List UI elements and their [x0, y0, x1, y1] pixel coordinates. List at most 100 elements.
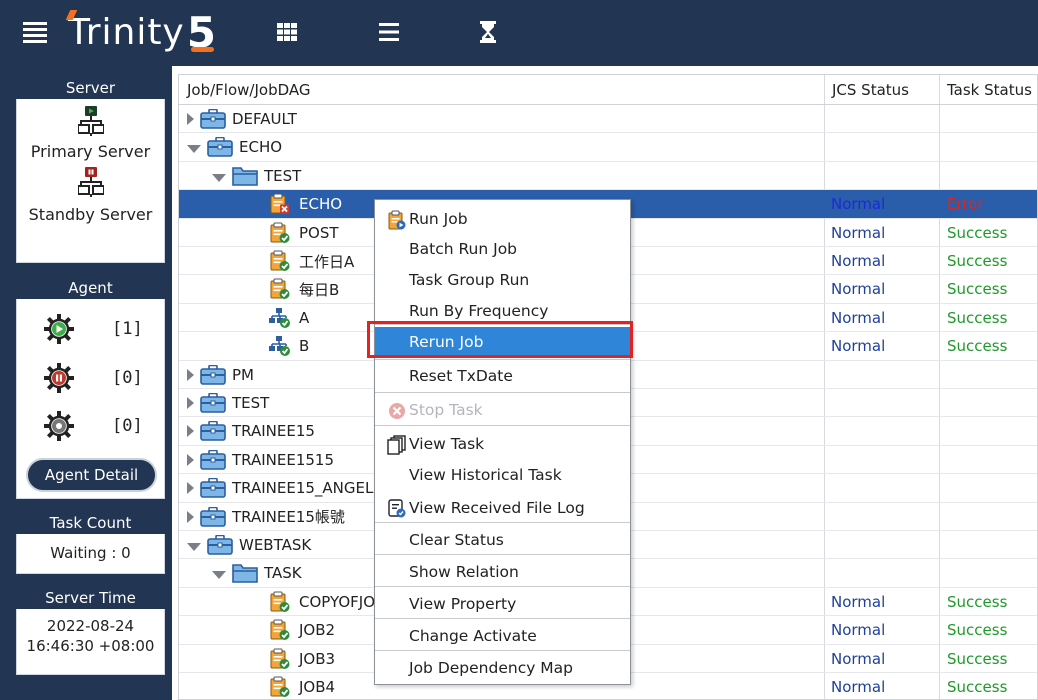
cell-task-status — [945, 446, 947, 474]
cell-jcs-status: Normal — [831, 280, 886, 299]
menu-item-view-task[interactable]: View Task — [375, 429, 630, 459]
cell-name: POST — [267, 219, 339, 247]
cell-name: TASK — [212, 559, 302, 587]
menu-item-change-activate[interactable]: Change Activate — [375, 621, 630, 651]
cell-jcs-status: Normal — [831, 195, 886, 214]
row-label: 每日B — [299, 280, 340, 299]
cell-task-status — [945, 133, 947, 161]
cell-jcs-status: Normal — [831, 252, 886, 270]
menu-item-stop-task[interactable]: Stop Task — [375, 395, 630, 425]
cell-jcs-status — [829, 417, 831, 445]
server-panel-title: Server — [16, 77, 165, 99]
row-label: JOB4 — [299, 678, 336, 696]
collapse-arrow-icon[interactable] — [187, 145, 201, 154]
row-label: ECHO — [299, 195, 343, 214]
menu-item-job-dependency-map[interactable]: Job Dependency Map — [375, 653, 630, 683]
column-header-name[interactable]: Job/Flow/JobDAG — [179, 75, 311, 105]
agent-idle-row[interactable]: [0] — [16, 408, 165, 444]
table-row[interactable]: TEST — [179, 162, 1037, 191]
menu-item-show-relation[interactable]: Show Relation — [375, 557, 630, 587]
job-dag-icon — [267, 335, 293, 357]
cell-task-status — [945, 474, 947, 502]
menu-item-view-property[interactable]: View Property — [375, 589, 630, 619]
cell-name: 每日B — [267, 275, 339, 303]
menu-item-task-group-run[interactable]: Task Group Run — [375, 265, 630, 295]
row-label: TRAINEE15帳號 — [232, 508, 345, 527]
expand-arrow-icon[interactable] — [187, 453, 194, 466]
cell-task-status: Success — [947, 621, 1008, 640]
primary-server[interactable]: Primary Server — [16, 106, 165, 161]
job-dag-icon — [267, 307, 293, 329]
cell-task-status: Success — [947, 308, 1008, 327]
cell-task-status — [945, 162, 947, 190]
menu-item-view-historical-task[interactable]: View Historical Task — [375, 460, 630, 490]
expand-arrow-icon[interactable] — [187, 368, 194, 381]
cell-task-status: Success — [947, 337, 1008, 356]
table-row[interactable]: DEFAULT — [179, 105, 1037, 134]
stop-task-icon — [386, 400, 408, 422]
table-row[interactable]: ECHO — [179, 133, 1037, 162]
logo-number: 5 — [187, 6, 216, 60]
cell-jcs-status: Normal — [831, 337, 886, 356]
task-count-title: Task Count — [16, 512, 165, 534]
agent-detail-button[interactable]: Agent Detail — [26, 458, 157, 492]
cell-jcs-status: Normal — [831, 592, 886, 611]
grid-icon[interactable] — [272, 17, 302, 47]
cell-name: TRAINEE15_ANGELIN — [187, 474, 389, 502]
task-waiting-count: Waiting : 0 — [50, 544, 131, 562]
agent-stopped-row[interactable]: [0] — [16, 360, 165, 396]
grid-header: Job/Flow/JobDAG JCS Status Task Status — [179, 75, 1037, 105]
folder-icon — [232, 165, 258, 187]
cell-name: JOB3 — [267, 645, 335, 673]
column-header-task-status[interactable]: Task Status — [939, 75, 1032, 105]
task-count-panel: Task Count Waiting : 0 — [14, 510, 167, 576]
menu-item-run-by-frequency[interactable]: Run By Frequency — [375, 296, 630, 326]
server-time-panel: Server Time 2022-08-24 16:46:30 +08:00 — [14, 585, 167, 677]
agent-running-row[interactable]: [1] — [16, 311, 165, 347]
menu-item-batch-run-job[interactable]: Batch Run Job — [375, 234, 630, 264]
cell-task-status — [945, 503, 947, 531]
standby-server[interactable]: Standby Server — [16, 167, 165, 224]
cell-task-status: Success — [947, 223, 1008, 242]
menu-item-rerun-job[interactable]: Rerun Job — [375, 327, 630, 357]
agent-panel-title: Agent — [16, 277, 165, 299]
briefcase-icon — [200, 392, 226, 414]
cell-jcs-status — [829, 162, 831, 190]
cell-task-status — [945, 105, 947, 133]
cell-name: DEFAULT — [187, 105, 297, 133]
job-success-icon — [267, 278, 293, 300]
collapse-arrow-icon[interactable] — [212, 571, 226, 580]
agent-running-count: [1] — [112, 319, 143, 339]
expand-arrow-icon[interactable] — [187, 397, 194, 409]
job-success-icon — [267, 619, 293, 641]
row-label: WEBTASK — [239, 536, 312, 554]
briefcase-icon — [200, 108, 226, 130]
menu-item-run-job[interactable]: Run Job — [375, 204, 630, 234]
expand-arrow-icon[interactable] — [187, 113, 194, 125]
briefcase-icon — [207, 136, 233, 158]
trinity-logo: Trinity 5 — [65, 6, 216, 60]
menu-item-clear-status[interactable]: Clear Status — [375, 525, 630, 555]
cell-task-status — [945, 531, 947, 559]
collapse-arrow-icon[interactable] — [187, 543, 201, 551]
context-menu: Run Job Batch Run Job Task Group Run Run… — [374, 199, 631, 685]
expand-arrow-icon[interactable] — [187, 510, 194, 523]
server-date: 2022-08-24 — [46, 617, 135, 635]
cell-task-status: Success — [947, 280, 1008, 299]
menu-item-reset-txdate[interactable]: Reset TxDate — [375, 361, 630, 391]
expand-arrow-icon[interactable] — [187, 482, 194, 495]
agent-stopped-gear-icon — [44, 363, 74, 393]
cell-name: ECHO — [187, 133, 282, 161]
briefcase-icon — [200, 506, 226, 528]
cell-jcs-status — [829, 474, 831, 502]
expand-arrow-icon[interactable] — [187, 425, 194, 438]
hamburger-menu-icon[interactable] — [20, 17, 50, 47]
menu-item-view-received-file-log[interactable]: View Received File Log — [375, 493, 630, 523]
cell-name: JOB2 — [267, 616, 335, 644]
collapse-arrow-icon[interactable] — [212, 173, 226, 182]
hourglass-icon[interactable] — [473, 17, 503, 47]
list-icon[interactable] — [374, 17, 404, 47]
column-header-jcs-status[interactable]: JCS Status — [824, 75, 909, 105]
cell-name: JOB4 — [267, 673, 336, 699]
cell-jcs-status: Normal — [831, 649, 886, 668]
